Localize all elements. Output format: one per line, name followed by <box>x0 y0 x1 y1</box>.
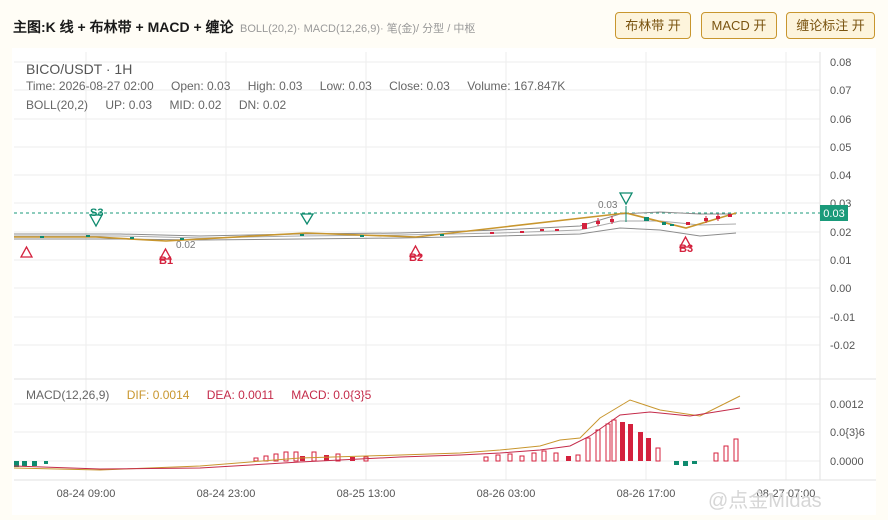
price-tick: 0.06 <box>830 114 851 126</box>
low-price-label: 0.02 <box>176 240 196 251</box>
price-axis: 0.08 0.07 0.06 0.05 0.04 0.03 0.02 0.01 … <box>830 57 855 352</box>
time-tick: 08-24 09:00 <box>57 488 116 500</box>
s3-label: S3 <box>90 207 103 219</box>
legend-high: High: 0.03 <box>247 79 303 93</box>
buy-triangle-icon <box>19 245 34 258</box>
macd-name: MACD(12,26,9) <box>26 388 110 402</box>
macd-dea-value: DEA: 0.0011 <box>206 388 274 402</box>
b2-label: B2 <box>409 252 423 264</box>
time-tick: 08-26 03:00 <box>477 488 536 500</box>
macd-axis: 0.0012 0.0{3}6 0.0000 <box>830 399 865 468</box>
macd-tick: 0.0000 <box>830 456 864 468</box>
chart-svg[interactable]: 0.08 0.07 0.06 0.05 0.04 0.03 0.02 0.01 … <box>0 0 888 520</box>
legend-volume: Volume: 167.847K <box>467 79 566 93</box>
time-tick: 08-26 17:00 <box>617 488 676 500</box>
b1-label: B1 <box>159 255 173 267</box>
legend-open: Open: 0.03 <box>170 79 231 93</box>
macd-legend: MACD(12,26,9) DIF: 0.0014 DEA: 0.0011 MA… <box>26 388 385 402</box>
sell-triangle-icon <box>618 192 634 206</box>
macd-tick: 0.0012 <box>830 399 864 411</box>
boll-legend: BOLL(20,2) UP: 0.03 MID: 0.02 DN: 0.02 <box>26 98 300 112</box>
price-tick: -0.02 <box>830 340 855 352</box>
macd-tick: 0.0{3}6 <box>830 427 865 439</box>
time-axis: 08-24 09:00 08-24 23:00 08-25 13:00 08-2… <box>57 488 816 500</box>
current-price-label: 0.03 <box>823 208 844 220</box>
high-price-label: 0.03 <box>598 200 618 211</box>
price-tick: -0.01 <box>830 312 855 324</box>
watermark: @点金Midas <box>708 490 822 512</box>
price-tick: 0.08 <box>830 57 851 69</box>
macd-dif-value: DIF: 0.0014 <box>126 388 190 402</box>
chan-markers: S3 B1 B2 B3 <box>19 192 693 267</box>
boll-mid: MID: 0.02 <box>169 98 222 112</box>
price-tick: 0.00 <box>830 283 851 295</box>
price-tick: 0.01 <box>830 255 851 267</box>
macd-hist-value: MACD: 0.0{3}5 <box>291 388 372 402</box>
ohlc-legend: Time: 2026-08-27 02:00 Open: 0.03 High: … <box>26 79 579 93</box>
boll-name: BOLL(20,2) <box>26 98 89 112</box>
chan-stroke-line <box>14 212 737 242</box>
legend-low: Low: 0.03 <box>319 79 372 93</box>
symbol-title: BICO/USDT · 1H <box>26 61 133 77</box>
legend-close: Close: 0.03 <box>389 79 450 93</box>
sell-triangle-icon <box>299 213 315 226</box>
price-tick: 0.04 <box>830 170 851 182</box>
time-tick: 08-24 23:00 <box>197 488 256 500</box>
macd-histogram <box>14 419 739 467</box>
price-tick: 0.02 <box>830 227 851 239</box>
price-tick: 0.05 <box>830 142 851 154</box>
time-tick: 08-25 13:00 <box>337 488 396 500</box>
legend-time: Time: 2026-08-27 02:00 <box>26 79 154 93</box>
boll-up: UP: 0.03 <box>105 98 153 112</box>
boll-dn: DN: 0.02 <box>238 98 287 112</box>
price-tick: 0.07 <box>830 85 851 97</box>
b3-label: B3 <box>679 243 693 255</box>
